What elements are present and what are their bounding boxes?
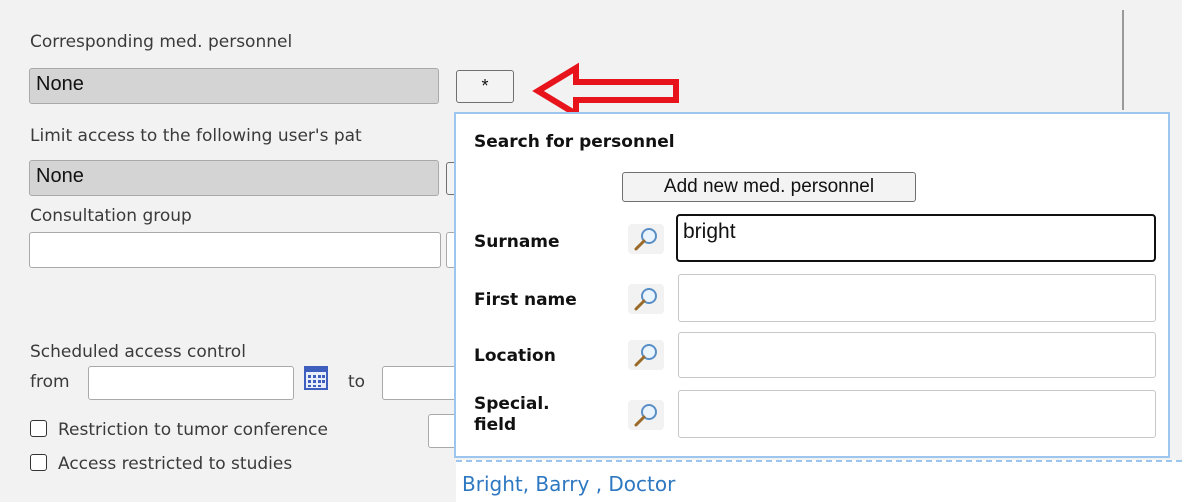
consultation-group-label: Consultation group (30, 206, 192, 226)
popup-title: Search for personnel (474, 132, 675, 152)
specialty-field-label-line2: field (474, 415, 517, 435)
first-name-search-icon[interactable] (628, 284, 664, 314)
add-new-personnel-button-label: Add new med. personnel (663, 176, 875, 197)
studies-restriction-checkbox[interactable] (30, 454, 47, 471)
corresponding-personnel-field[interactable]: None (29, 68, 439, 104)
studies-restriction-label: Access restricted to studies (58, 454, 293, 474)
panel-divider (1122, 10, 1124, 110)
first-name-input[interactable] (678, 274, 1156, 322)
limit-access-field[interactable]: None (29, 160, 439, 196)
specialty-field-label: Special. field (474, 394, 550, 436)
to-date-input[interactable] (382, 366, 462, 400)
location-input[interactable] (678, 332, 1156, 378)
to-label: to (348, 372, 366, 392)
tumor-conference-checkbox[interactable] (30, 420, 47, 437)
search-personnel-popup: Search for personnel Add new med. person… (454, 112, 1170, 458)
surname-input[interactable]: bright (676, 214, 1156, 262)
from-date-input[interactable] (88, 366, 294, 400)
add-new-personnel-button[interactable]: Add new med. personnel (622, 172, 916, 202)
surname-label: Surname (474, 232, 560, 252)
select-personnel-button[interactable]: * (456, 70, 514, 103)
specialty-field-search-icon[interactable] (628, 400, 664, 430)
location-label: Location (474, 346, 556, 366)
surname-search-icon[interactable] (628, 224, 664, 254)
calendar-icon[interactable] (304, 366, 328, 390)
specialty-field-label-line1: Special. (474, 394, 550, 414)
first-name-label: First name (474, 290, 577, 310)
search-result-item[interactable]: Bright, Barry , Doctor (462, 472, 675, 496)
specialty-field-input[interactable] (678, 390, 1156, 438)
search-result-list: Bright, Barry , Doctor (456, 460, 1182, 502)
tumor-conference-label: Restriction to tumor conference (58, 420, 328, 440)
consultation-group-input[interactable] (29, 232, 441, 268)
limit-access-label: Limit access to the following user's pat (30, 126, 362, 146)
scheduled-access-label: Scheduled access control (30, 342, 246, 362)
from-label: from (30, 372, 70, 392)
location-search-icon[interactable] (628, 340, 664, 370)
corresponding-personnel-label: Corresponding med. personnel (30, 32, 293, 52)
select-personnel-button-label: * (481, 76, 489, 96)
